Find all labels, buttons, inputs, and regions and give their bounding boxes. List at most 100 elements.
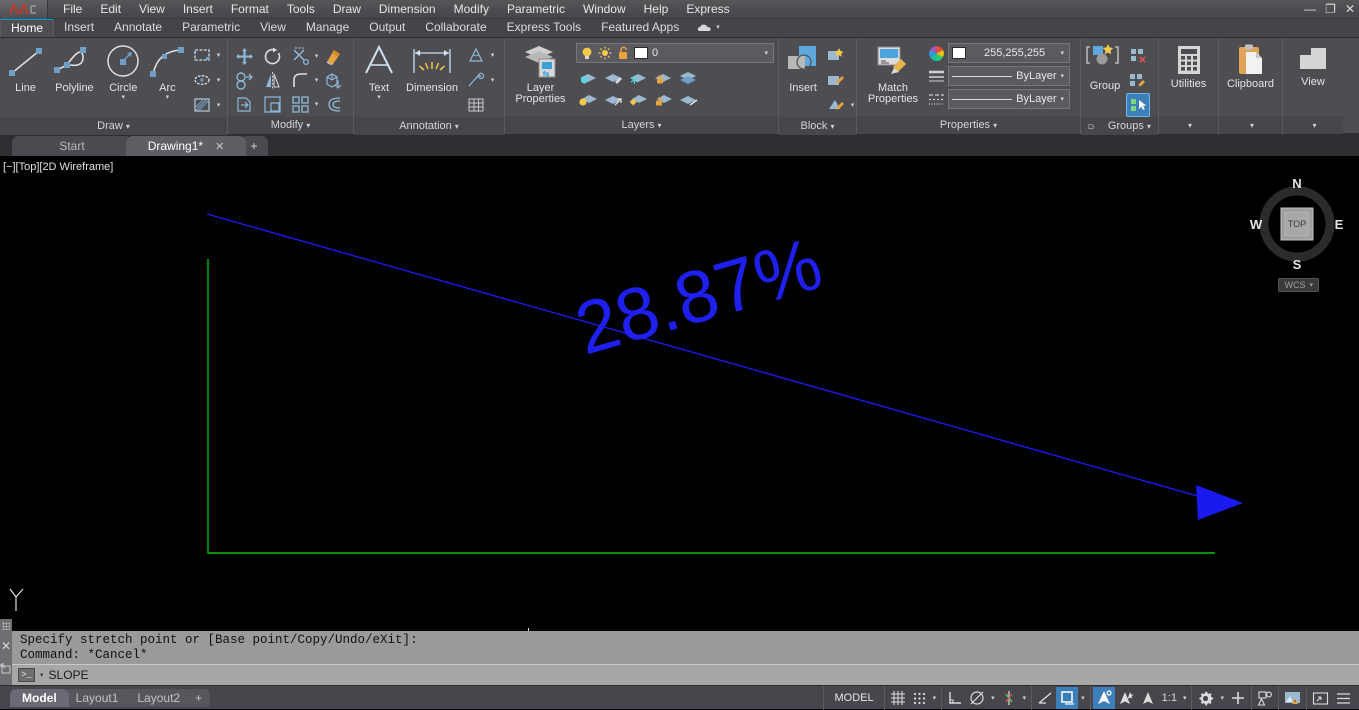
customization-button[interactable]: [1227, 687, 1249, 709]
edit-attribute-icon[interactable]: [824, 93, 848, 117]
ortho-mode-toggle[interactable]: [944, 687, 966, 709]
wcs-button[interactable]: WCS ▾: [1278, 278, 1319, 292]
ribbon-panel-layers-title[interactable]: Layers ▾: [505, 116, 778, 134]
ribbon-panel-view-title[interactable]: ▾: [1283, 116, 1343, 134]
ellipse-dropdown-icon[interactable]: ▾: [214, 68, 223, 92]
leader-dropdown-icon[interactable]: ▾: [488, 68, 497, 92]
command-input-row[interactable]: >_ ▾ SLOPE: [12, 664, 1359, 685]
unlock-icon[interactable]: [616, 46, 630, 60]
ungroup-icon[interactable]: [1126, 43, 1150, 67]
layer-unlock-icon[interactable]: [651, 87, 675, 111]
layer-freeze-icon[interactable]: [626, 65, 650, 89]
move-icon[interactable]: [232, 44, 256, 68]
offset-icon[interactable]: [321, 92, 345, 116]
lineweight-combo[interactable]: ByLayer ▾: [948, 66, 1070, 86]
workspace-switching-button[interactable]: [1194, 687, 1217, 709]
layer-thaw-icon[interactable]: [626, 87, 650, 111]
match-properties-button[interactable]: Match Properties: [861, 41, 925, 105]
model-space-button[interactable]: MODEL: [826, 687, 881, 709]
object-color-combo[interactable]: 255,255,255 ▾: [948, 43, 1070, 63]
layer-turn-on-icon[interactable]: [576, 87, 600, 111]
groups-dialog-launcher-icon[interactable]: ⟥: [1088, 121, 1095, 131]
ribbon-panel-annotation-title[interactable]: Annotation ▾: [354, 117, 504, 135]
layout-tab-layout2[interactable]: Layout2: [125, 688, 193, 707]
grid-display-toggle[interactable]: [887, 687, 909, 709]
edit-block-icon[interactable]: [824, 68, 848, 92]
annotation-scale-dropdown-icon[interactable]: ▾: [1180, 694, 1190, 702]
utilities-button[interactable]: Utilities: [1163, 41, 1214, 90]
text-button[interactable]: Text ▾: [358, 41, 400, 101]
menu-item-file[interactable]: File: [54, 0, 91, 19]
rotate-icon[interactable]: [260, 44, 284, 68]
object-snap-tracking-toggle[interactable]: [1034, 687, 1056, 709]
menu-item-express[interactable]: Express: [677, 0, 738, 19]
menu-item-draw[interactable]: Draw: [324, 0, 370, 19]
sun-icon[interactable]: [598, 46, 612, 60]
menu-item-insert[interactable]: Insert: [174, 0, 222, 19]
isolate-objects-button[interactable]: [1254, 687, 1276, 709]
ribbon-panel-draw-title[interactable]: Draw ▾: [0, 117, 227, 135]
leader-icon[interactable]: [464, 68, 488, 92]
circle-button[interactable]: Circle ▾: [102, 41, 145, 101]
menu-item-edit[interactable]: Edit: [91, 0, 130, 19]
layer-lock-icon[interactable]: [651, 65, 675, 89]
trim-icon[interactable]: [288, 44, 312, 68]
cloud-menu[interactable]: ▾: [689, 18, 728, 37]
layout-tab-model[interactable]: Model: [10, 688, 69, 707]
create-block-icon[interactable]: [824, 43, 848, 67]
ribbon-tab-view[interactable]: View: [250, 18, 296, 37]
layer-unisolate-icon[interactable]: [601, 87, 625, 111]
blue-arrow-head[interactable]: [1196, 485, 1243, 520]
viewcube[interactable]: TOP N S E W: [1249, 176, 1345, 272]
ellipse-icon[interactable]: [190, 68, 214, 92]
command-options-caret-icon[interactable]: ▾: [40, 671, 44, 679]
close-icon[interactable]: ✕: [215, 140, 224, 153]
command-line-customize-icon[interactable]: [0, 663, 12, 675]
close-button[interactable]: ✕: [1345, 0, 1355, 19]
layout-tab-layout1[interactable]: Layout1: [63, 688, 131, 707]
arc-button[interactable]: Arc ▾: [146, 41, 189, 101]
ribbon-panel-groups-title[interactable]: ⟥ Groups ▾: [1081, 117, 1158, 135]
layer-combo[interactable]: 0 ▾: [576, 43, 774, 63]
layer-delete-icon[interactable]: [676, 87, 700, 111]
slope-label[interactable]: 28.87%: [567, 221, 831, 370]
object-snap-toggle[interactable]: [998, 687, 1020, 709]
group-selection-toggle-icon[interactable]: [1126, 93, 1150, 117]
layer-merge-icon[interactable]: [676, 65, 700, 89]
command-line-grip[interactable]: ✕: [0, 619, 12, 685]
hatch-dropdown-icon[interactable]: ▾: [214, 93, 223, 117]
osnap-dropdown-icon[interactable]: ▾: [1020, 694, 1030, 702]
angular-dim-dropdown-icon[interactable]: ▾: [488, 43, 497, 67]
object-color-caret-icon[interactable]: ▾: [1060, 49, 1066, 57]
dimension-button[interactable]: Dimension: [401, 41, 463, 94]
ribbon-panel-utilities-title[interactable]: ▾: [1159, 116, 1218, 134]
layer-isolate-icon[interactable]: [601, 65, 625, 89]
ribbon-tab-featured-apps[interactable]: Featured Apps: [591, 18, 689, 37]
command-line-drag-dots[interactable]: [2, 622, 10, 630]
ribbon-panel-modify-title[interactable]: Modify ▾: [228, 116, 353, 134]
linetype-caret-icon[interactable]: ▾: [1060, 95, 1066, 103]
lineweight-caret-icon[interactable]: ▾: [1060, 72, 1066, 80]
transparency-dropdown-icon[interactable]: ▾: [1078, 694, 1088, 702]
drawing-canvas[interactable]: [−][Top][2D Wireframe] 28.87% TOP N S E: [0, 156, 1359, 685]
clipboard-button[interactable]: Clipboard: [1223, 41, 1278, 90]
menu-item-help[interactable]: Help: [635, 0, 678, 19]
rectangle-dropdown-icon[interactable]: ▾: [214, 43, 223, 67]
layer-off-icon[interactable]: [576, 65, 600, 89]
insert-block-button[interactable]: Insert: [783, 41, 823, 94]
ribbon-tab-collaborate[interactable]: Collaborate: [415, 18, 496, 37]
menu-item-view[interactable]: View: [130, 0, 174, 19]
menu-item-parametric[interactable]: Parametric: [498, 0, 574, 19]
ribbon-panel-clipboard-title[interactable]: ▾: [1219, 116, 1282, 134]
polar-dropdown-icon[interactable]: ▾: [988, 694, 998, 702]
command-line-close-icon[interactable]: ✕: [1, 639, 11, 653]
command-input[interactable]: SLOPE: [49, 668, 89, 682]
line-button[interactable]: Line: [4, 41, 47, 94]
selection-cycling-toggle[interactable]: [1092, 687, 1115, 709]
table-icon[interactable]: [464, 93, 488, 117]
polyline-button[interactable]: Polyline: [48, 41, 101, 94]
polar-tracking-toggle[interactable]: [966, 687, 988, 709]
ribbon-tab-parametric[interactable]: Parametric: [172, 18, 250, 37]
explode-dropdown-icon[interactable]: ▾: [312, 92, 321, 116]
menu-item-tools[interactable]: Tools: [278, 0, 324, 19]
